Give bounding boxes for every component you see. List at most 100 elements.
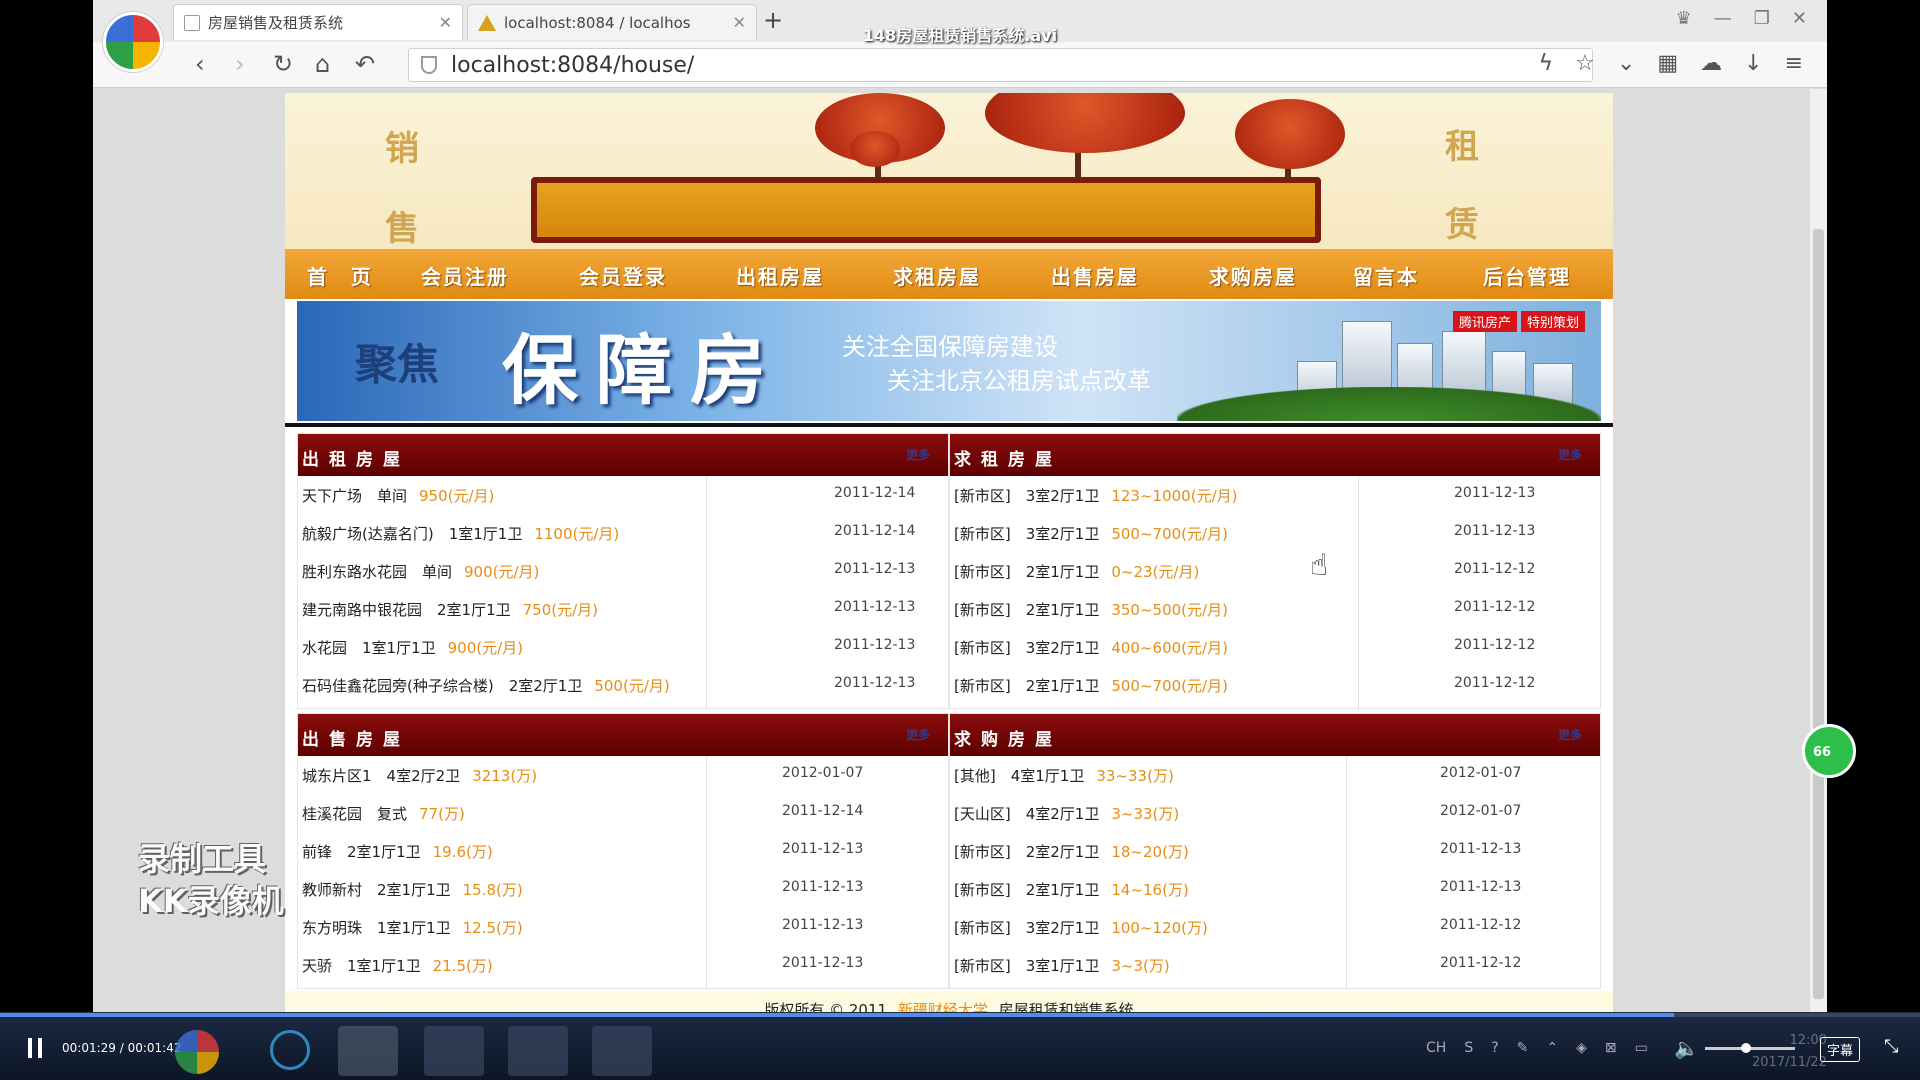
item-price: 900(元/月) bbox=[447, 639, 524, 657]
home-icon[interactable]: ⌂ bbox=[315, 50, 330, 78]
list-item[interactable]: [新市区] 2室2厅1卫 18~20(万) 2011-12-13 bbox=[950, 832, 1600, 870]
item-date: 2011-12-13 bbox=[834, 637, 916, 653]
more-link[interactable]: 更多 bbox=[1558, 726, 1582, 743]
list-item[interactable]: [新市区] 2室1厅1卫 0~23(元/月) 2011-12-12 bbox=[950, 552, 1600, 590]
list-item[interactable]: 城东片区1 4室2厅2卫 3213(万) 2012-01-07 bbox=[298, 756, 948, 794]
more-link[interactable]: 更多 bbox=[906, 726, 930, 743]
menu-icon[interactable]: ≡ bbox=[1785, 51, 1803, 76]
arrow-up-icon[interactable]: ⌃ bbox=[1546, 1040, 1558, 1056]
cloud-icon[interactable]: ☁ bbox=[1700, 51, 1722, 76]
system-tray: CH S ? ✎ ⌃ ◈ ⊠ ▭ bbox=[1426, 1040, 1648, 1056]
item-name: [新市区] 3室2厅1卫 bbox=[954, 919, 1100, 937]
list-item[interactable]: 石码佳鑫花园旁(种子综合楼) 2室2厅1卫 500(元/月) 2011-12-13 bbox=[298, 666, 948, 704]
item-name: 航毅广场(达嘉名门) 1室1厅1卫 bbox=[302, 525, 523, 543]
speed-badge[interactable]: 66 bbox=[1802, 724, 1856, 778]
item-date: 2011-12-13 bbox=[834, 561, 916, 577]
video-title: 148房屋租赁销售系统.avi bbox=[862, 26, 1058, 45]
item-date: 2011-12-13 bbox=[782, 879, 864, 895]
list-item[interactable]: 前锋 2室1厅1卫 19.6(万) 2011-12-13 bbox=[298, 832, 948, 870]
list-item[interactable]: 天下广场 单间 950(元/月) 2011-12-14 bbox=[298, 476, 948, 514]
list-item[interactable]: [其他] 4室1厅1卫 33~33(万) 2012-01-07 bbox=[950, 756, 1600, 794]
menu-register[interactable]: 会员注册 bbox=[421, 261, 509, 290]
menu-admin[interactable]: 后台管理 bbox=[1483, 261, 1571, 290]
undo-icon[interactable]: ↶ bbox=[355, 50, 375, 78]
pen-icon[interactable]: ✎ bbox=[1517, 1040, 1529, 1056]
help-icon[interactable]: ? bbox=[1491, 1040, 1498, 1056]
recorder-task-icon[interactable] bbox=[508, 1026, 568, 1076]
promo-line2: 关注北京公租房试点改革 bbox=[887, 367, 1151, 395]
sogou-icon[interactable]: S bbox=[1464, 1040, 1473, 1056]
vertical-scrollbar[interactable] bbox=[1810, 89, 1827, 1016]
item-price: 3213(万) bbox=[472, 767, 538, 785]
menu-buy-seek[interactable]: 求购房屋 bbox=[1209, 261, 1297, 290]
list-item[interactable]: [天山区] 4室2厅1卫 3~33(万) 2012-01-07 bbox=[950, 794, 1600, 832]
input-lang[interactable]: CH bbox=[1426, 1040, 1446, 1056]
panel-rent-out: 出租房屋 更多 天下广场 单间 950(元/月) 2011-12-14 航毅广场(达… bbox=[297, 433, 949, 710]
progress-bar[interactable] bbox=[0, 1013, 1920, 1017]
ie-icon[interactable] bbox=[270, 1030, 310, 1070]
list-item[interactable]: 天骄 1室1厅1卫 21.5(万) 2011-12-13 bbox=[298, 946, 948, 984]
volume-icon[interactable]: 🔈 bbox=[1674, 1036, 1699, 1060]
list-item[interactable]: 胜利东路水花园 单间 900(元/月) 2011-12-13 bbox=[298, 552, 948, 590]
menu-home[interactable]: 首 页 bbox=[307, 261, 373, 290]
lightning-icon[interactable]: ϟ bbox=[1539, 51, 1554, 76]
browser-task-icon[interactable] bbox=[424, 1026, 484, 1076]
monitor-icon[interactable]: ▭ bbox=[1635, 1040, 1648, 1056]
shield-tray-icon[interactable]: ◈ bbox=[1576, 1040, 1587, 1056]
menu-login[interactable]: 会员登录 bbox=[579, 261, 667, 290]
promo-banner[interactable]: 聚焦 保障房 关注全国保障房建设 关注北京公租房试点改革 腾讯房产 特别策划 bbox=[297, 301, 1601, 421]
list-item[interactable]: 东方明珠 1室1厅1卫 12.5(万) 2011-12-13 bbox=[298, 908, 948, 946]
more-link[interactable]: 更多 bbox=[1558, 446, 1582, 463]
menu-sale[interactable]: 出售房屋 bbox=[1051, 261, 1139, 290]
star-icon[interactable]: ☆ bbox=[1575, 51, 1595, 76]
reload-icon[interactable]: ↻ bbox=[273, 50, 293, 78]
folder-icon[interactable] bbox=[338, 1026, 398, 1076]
hand-cursor-icon: ☝ bbox=[1310, 548, 1329, 583]
notepad-task-icon[interactable] bbox=[592, 1026, 652, 1076]
forward-icon[interactable]: › bbox=[235, 50, 245, 78]
list-item[interactable]: [新市区] 3室2厅1卫 500~700(元/月) 2011-12-13 bbox=[950, 514, 1600, 552]
item-name: [新市区] 3室2厅1卫 bbox=[954, 525, 1100, 543]
menu-rent-seek[interactable]: 求租房屋 bbox=[893, 261, 981, 290]
item-price: 950(元/月) bbox=[419, 487, 495, 505]
recorder-watermark: 录制工具 KK录像机 bbox=[138, 838, 284, 922]
menu-guestbook[interactable]: 留言本 bbox=[1353, 261, 1419, 290]
list-item[interactable]: 教师新村 2室1厅1卫 15.8(万) 2011-12-13 bbox=[298, 870, 948, 908]
panel-title: 出售房屋 bbox=[302, 730, 410, 750]
list-item[interactable]: [新市区] 2室1厅1卫 500~700(元/月) 2011-12-12 bbox=[950, 666, 1600, 704]
list-item[interactable]: 桂溪花园 复式 77(万) 2011-12-14 bbox=[298, 794, 948, 832]
item-date: 2011-12-12 bbox=[1440, 955, 1522, 971]
website: 销 售 租 赁 首 页 会员注册 会员登录 出租房屋 求租房屋 出售房屋 求购房… bbox=[285, 93, 1613, 1016]
list-item[interactable]: [新市区] 3室1厅1卫 3~3(万) 2011-12-12 bbox=[950, 946, 1600, 984]
chevron-down-icon[interactable]: ⌄ bbox=[1617, 51, 1635, 76]
panel-title: 出租房屋 bbox=[302, 450, 410, 470]
menu-rent-out[interactable]: 出租房屋 bbox=[736, 261, 824, 290]
list-item[interactable]: [新市区] 3室2厅1卫 123~1000(元/月) 2011-12-13 bbox=[950, 476, 1600, 514]
taskbar-app-icon[interactable] bbox=[175, 1030, 219, 1074]
fullscreen-exit-icon[interactable]: ⤡ bbox=[1884, 1036, 1898, 1057]
item-price: 3~33(万) bbox=[1111, 805, 1180, 823]
banner-char: 租 bbox=[1445, 127, 1479, 167]
apps-icon[interactable]: ▦ bbox=[1657, 51, 1678, 76]
pause-icon[interactable] bbox=[28, 1038, 32, 1058]
item-price: 500(元/月) bbox=[594, 677, 670, 695]
tree-icon bbox=[985, 93, 1185, 153]
volume-knob[interactable] bbox=[1741, 1043, 1751, 1053]
address-bar[interactable]: localhost:8084/house/ bbox=[408, 48, 1593, 82]
rows: 城东片区1 4室2厅2卫 3213(万) 2012-01-07 桂溪花园 复式 77(… bbox=[298, 756, 948, 990]
list-item[interactable]: 水花园 1室1厅1卫 900(元/月) 2011-12-13 bbox=[298, 628, 948, 666]
volume-slider[interactable] bbox=[1705, 1043, 1795, 1053]
list-item[interactable]: [新市区] 2室1厅1卫 350~500(元/月) 2011-12-12 bbox=[950, 590, 1600, 628]
scrollbar-thumb[interactable] bbox=[1813, 229, 1824, 999]
list-item[interactable]: 建元南路中银花园 2室1厅1卫 750(元/月) 2011-12-13 bbox=[298, 590, 948, 628]
network-icon[interactable]: ⊠ bbox=[1605, 1040, 1617, 1056]
list-item[interactable]: [新市区] 3室2厅1卫 100~120(万) 2011-12-12 bbox=[950, 908, 1600, 946]
subtitles-button[interactable]: 字幕 bbox=[1820, 1037, 1861, 1062]
more-link[interactable]: 更多 bbox=[906, 446, 930, 463]
list-item[interactable]: [新市区] 2室1厅1卫 14~16(万) 2011-12-13 bbox=[950, 870, 1600, 908]
back-icon[interactable]: ‹ bbox=[195, 50, 205, 78]
playback-time: 00:01:29 / 00:01:42 bbox=[62, 1041, 182, 1055]
list-item[interactable]: 航毅广场(达嘉名门) 1室1厅1卫 1100(元/月) 2011-12-14 bbox=[298, 514, 948, 552]
list-item[interactable]: [新市区] 3室2厅1卫 400~600(元/月) 2011-12-12 bbox=[950, 628, 1600, 666]
download-icon[interactable]: ↓ bbox=[1744, 51, 1762, 76]
